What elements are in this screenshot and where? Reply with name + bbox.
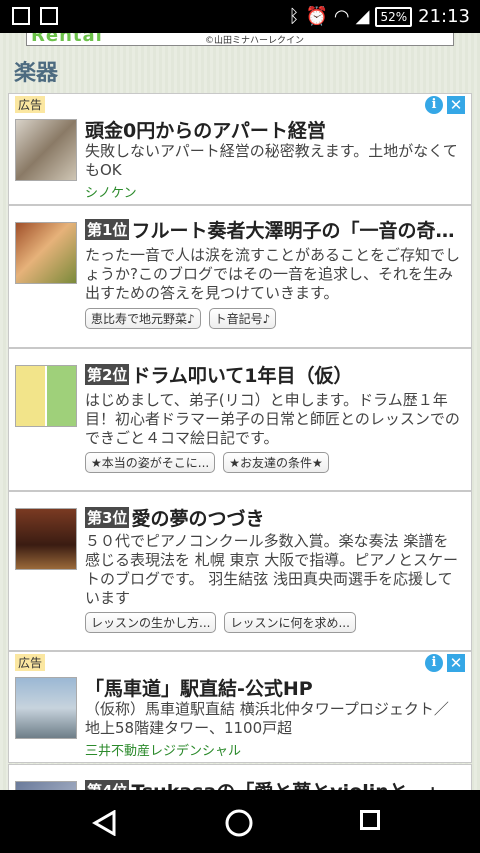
ranking-thumbnail[interactable] [15,508,77,570]
ranking-title[interactable]: 第4位Tsukasaの「愛と夢とviolinと…」 [85,777,463,790]
top-banner[interactable]: Rental ©山田ミナハーレクイン [26,33,454,46]
rank-badge: 第1位 [85,219,130,240]
recent-apps-icon[interactable] [360,810,380,830]
ad-description: （仮称）馬車道駅直結 横浜北仲タワープロジェクト／地上58階建タワー、1100戸… [85,700,449,737]
status-bar: ᛒ ⏰ ◠ ◢ 52% 21:13 [0,0,480,33]
ranking-card[interactable]: 第4位Tsukasaの「愛と夢とviolinと…」 [8,764,472,790]
section-title: 楽器 [14,61,59,86]
app-notification-icon [40,7,58,25]
ad-advertiser: 三井不動産レジデンシャル [85,744,242,759]
article-tag-link[interactable]: ★お友達の条件★ [223,452,329,473]
back-icon[interactable] [92,810,118,836]
ad-advertiser: シノケン [85,186,137,201]
ranking-title-text: フルート奏者大澤明子の「一音の奇跡」 [131,220,463,242]
ad-close-icon[interactable]: ✕ [447,654,465,672]
ranking-thumbnail[interactable] [15,781,77,790]
article-tag-link[interactable]: ト音記号♪ [208,308,277,329]
ad-thumbnail[interactable] [15,677,77,739]
ad-card[interactable]: 広告 i ✕ 「馬車道」駅直結-公式HP （仮称）馬車道駅直結 横浜北仲タワープ… [8,651,472,763]
ranking-description: たった一音で人は涙を流すことがあることをご存知でしょうか?このブログではその一音… [85,246,461,302]
banner-credit: ©山田ミナハーレクイン [205,36,305,46]
page-content: Rental ©山田ミナハーレクイン 楽器 広告 i ✕ 頭金0円からのアパート… [0,33,480,790]
ranking-description: ５０代でピアノコンクール多数入賞。楽な奏法 楽譜を感じる表現法を 札幌 東京 大… [85,532,458,607]
home-icon[interactable] [224,808,254,838]
bluetooth-icon: ᛒ [288,6,300,27]
ranking-description: はじめまして、弟子(リコ）と申します。ドラム歴１年目！初心者ドラマー弟子の日常と… [85,391,460,447]
ad-title[interactable]: 「馬車道」駅直結-公式HP [85,674,463,701]
article-tag-link[interactable]: レッスンに何を求め... [224,612,356,633]
article-tag-link[interactable]: ★本当の姿がそこに... [85,452,216,473]
rank-badge: 第4位 [85,780,130,790]
ranking-title-text: ドラム叩いて1年目（仮） [131,365,353,387]
ad-description: 失敗しないアパート経営の秘密教えます。土地がなくてもOK [85,142,458,179]
ad-badge: 広告 [15,654,46,671]
navigation-bar [0,790,480,853]
rank-badge: 第3位 [85,507,130,528]
ad-card[interactable]: 広告 i ✕ 頭金0円からのアパート経営 失敗しないアパート経営の秘密教えます。… [8,93,472,205]
ranking-title[interactable]: 第1位 フルート奏者大澤明子の「一音の奇跡」 [85,216,463,243]
rank-badge: 第2位 [85,364,130,385]
article-tag-link[interactable]: レッスンの生かし方... [85,612,217,633]
article-tag-link[interactable]: 恵比寿で地元野菜♪ [85,308,201,329]
ranking-title[interactable]: 第2位 ドラム叩いて1年目（仮） [85,361,463,388]
ranking-card[interactable]: 第1位 フルート奏者大澤明子の「一音の奇跡」 たった一音で人は涙を流すことがあるこ… [8,205,472,348]
ranking-card[interactable]: 第2位 ドラム叩いて1年目（仮） はじめまして、弟子(リコ）と申します。ドラム歴１… [8,348,472,491]
ranking-thumbnail[interactable] [15,222,77,284]
gallery-icon [12,7,30,25]
ad-title[interactable]: 頭金0円からのアパート経営 [85,116,463,143]
ad-thumbnail[interactable] [15,119,77,181]
ad-close-icon[interactable]: ✕ [447,96,465,114]
ranking-title[interactable]: 第3位 愛の夢のつづき [85,504,463,531]
battery-indicator: 52% [375,6,413,27]
clock: 21:13 [418,6,470,27]
banner-logo-text: Rental [31,33,103,46]
ad-info-icon[interactable]: i [425,96,443,114]
ranking-card[interactable]: 第3位 愛の夢のつづき ５０代でピアノコンクール多数入賞。楽な奏法 楽譜を感じる表… [8,491,472,651]
wifi-icon: ◠ [333,6,350,27]
ranking-thumbnail[interactable] [15,365,77,427]
ranking-title-text: Tsukasaの「愛と夢とviolinと…」 [131,781,445,790]
ad-badge: 広告 [15,96,46,113]
ad-info-icon[interactable]: i [425,654,443,672]
signal-icon: ◢ [355,6,370,27]
alarm-icon: ⏰ [305,6,328,27]
ranking-title-text: 愛の夢のつづき [131,508,265,530]
